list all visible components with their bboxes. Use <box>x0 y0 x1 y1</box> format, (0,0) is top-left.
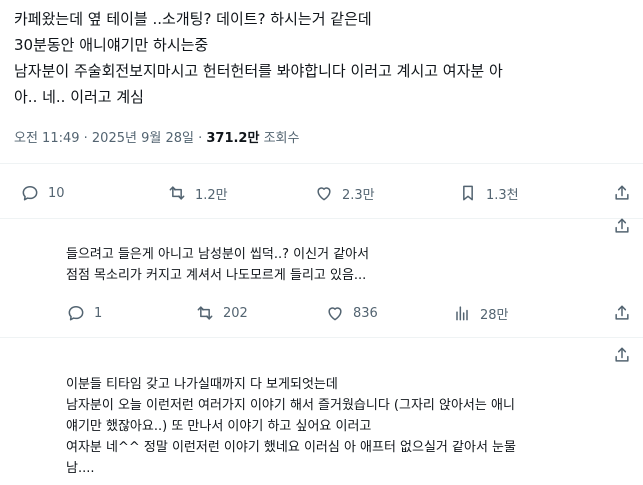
reply-count: 1 <box>94 305 103 321</box>
view-count: 28만 <box>480 307 509 323</box>
reply-button[interactable]: 1 <box>66 303 102 323</box>
post-meta: 오전 11:49 · 2025년 9월 28일 · 371.2만 조회수 <box>14 127 299 146</box>
view-count: 371.2만 <box>206 131 260 146</box>
reply-line: 점점 목소리가 커지고 계셔서 나도모르게 들리고 있음... <box>66 268 367 283</box>
post-line: 카페왔는데 옆 테이블 ..소개팅? 데이트? 하시는거 같은데 <box>14 10 372 28</box>
reply-line: 남.... <box>66 461 95 476</box>
bookmark-icon <box>463 185 473 201</box>
share-button[interactable] <box>612 303 632 323</box>
reply-line: 얘기만 했잖아요..) 또 만나서 이야기 하고 싶어요 이러고 <box>66 419 372 434</box>
heart-icon <box>328 307 342 321</box>
share-button[interactable] <box>612 183 632 203</box>
view-count-label: 조회수 <box>259 131 300 146</box>
bookmark-button[interactable]: 1.3천 <box>458 183 519 203</box>
repost-count: 1.2만 <box>195 187 228 203</box>
reply-count: 10 <box>48 185 65 201</box>
analytics-icon <box>456 306 468 321</box>
post-line: 30분동안 애니얘기만 하시는중 <box>14 36 209 54</box>
post-line: 남자분이 주술회전보지마시고 헌터헌터를 봐야합니다 이러고 계시고 여자분 아 <box>14 62 503 80</box>
like-count: 2.3만 <box>342 187 375 203</box>
share-icon <box>615 305 629 320</box>
reply-line: 이분들 티타임 갖고 나가실때까지 다 보게되엇는데 <box>66 377 338 392</box>
like-button[interactable]: 2.3만 <box>314 183 375 203</box>
reply-line: 여자분 네^^ 정말 이런저런 이야기 했네요 이러심 아 애프터 없으실거 같… <box>66 440 516 455</box>
post-line: 아.. 네.. 이러고 계심 <box>14 88 144 106</box>
repost-button[interactable]: 202 <box>195 303 248 323</box>
views-button[interactable]: 28만 <box>452 303 509 323</box>
reply-line: 남자분이 오늘 이런저런 여러가지 이야기 해서 즐거웠습니다 (그자리 앉아서… <box>66 398 515 413</box>
repost-icon <box>197 306 213 320</box>
share-icon <box>615 347 629 362</box>
repost-count: 202 <box>223 305 248 321</box>
reply-text: 이분들 티타임 갖고 나가실때까지 다 보게되엇는데 남자분이 오늘 이런저런 … <box>66 374 516 479</box>
bookmark-count: 1.3천 <box>486 187 519 203</box>
divider <box>0 337 643 338</box>
reply-icon <box>22 186 38 201</box>
like-button[interactable]: 836 <box>325 303 378 323</box>
post-text: 카페왔는데 옆 테이블 ..소개팅? 데이트? 하시는거 같은데 30분동안 애… <box>14 6 636 110</box>
share-button[interactable] <box>612 345 632 365</box>
like-count: 836 <box>353 305 378 321</box>
reply-line: 들으려고 들은게 아니고 남성분이 씹덕..? 이신거 같아서 <box>66 247 370 262</box>
more-options-button[interactable] <box>612 216 632 236</box>
share-icon <box>615 185 629 200</box>
reply-icon <box>68 306 84 321</box>
divider <box>0 218 643 219</box>
reply-button[interactable]: 10 <box>20 183 65 203</box>
share-icon <box>615 218 629 233</box>
reply-text: 들으려고 들은게 아니고 남성분이 씹덕..? 이신거 같아서 점점 목소리가 … <box>66 244 369 286</box>
heart-icon <box>317 187 331 201</box>
post-timestamp[interactable]: 오전 11:49 · 2025년 9월 28일 · <box>14 131 206 146</box>
repost-button[interactable]: 1.2만 <box>167 183 228 203</box>
repost-icon <box>169 186 185 200</box>
divider <box>0 163 643 164</box>
